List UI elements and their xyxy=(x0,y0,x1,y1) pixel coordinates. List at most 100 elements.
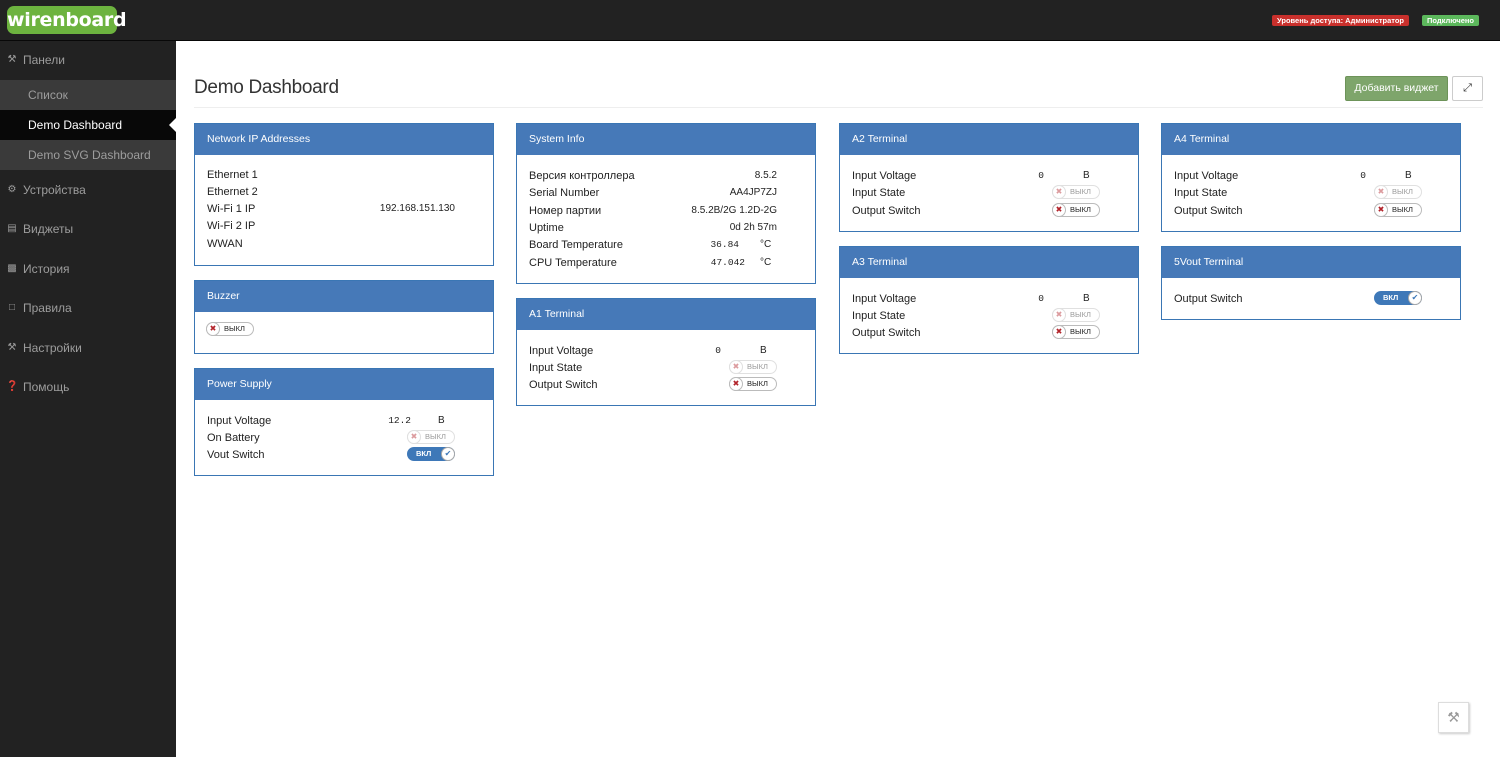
toggle-label: ВКЛ xyxy=(416,449,432,458)
check-icon: ✔ xyxy=(1408,291,1422,305)
toggle-label: ВЫКЛ xyxy=(1392,187,1413,196)
sidebar-item-history[interactable]: ▩ История xyxy=(0,254,176,284)
widget-title: A3 Terminal xyxy=(840,247,1138,278)
close-icon: ✖ xyxy=(206,322,220,336)
row-value: AA4JP7ZJ xyxy=(729,187,777,198)
sidebar-item-panels[interactable]: ⚒ Панели xyxy=(0,45,176,75)
sidebar-item-label: Панели xyxy=(23,53,65,67)
sidebar-item-widgets[interactable]: ▤ Виджеты xyxy=(0,214,176,244)
voltage-value: 0 xyxy=(715,345,721,356)
widget-title: A1 Terminal xyxy=(517,299,815,330)
access-level-badge: Уровень доступа: Администратор xyxy=(1272,15,1409,26)
close-icon: ✖ xyxy=(1052,203,1066,217)
close-icon: ✖ xyxy=(1052,325,1066,339)
toggle-label: ВЫКЛ xyxy=(1392,205,1413,214)
row-label: Output Switch xyxy=(852,205,921,217)
close-icon: ✖ xyxy=(729,360,743,374)
row-label: Output Switch xyxy=(1174,293,1243,305)
widget-title: A2 Terminal xyxy=(840,124,1138,155)
row-label: Версия контроллера xyxy=(529,170,635,182)
output-switch-toggle[interactable]: ✖ ВЫКЛ xyxy=(1052,325,1100,339)
sidebar-item-label: История xyxy=(23,262,70,276)
toggle-label: ВЫКЛ xyxy=(747,362,768,371)
close-icon: ✖ xyxy=(1052,308,1066,322)
input-state-toggle: ✖ ВЫКЛ xyxy=(1374,185,1422,199)
row-label: Vout Switch xyxy=(207,449,265,461)
output-switch-toggle[interactable]: ✖ ВЫКЛ xyxy=(1052,203,1100,217)
connection-status-badge: Подключено xyxy=(1422,15,1479,26)
sidebar-item-label: Правила xyxy=(23,301,72,315)
widget-buzzer: Buzzer ✖ ВЫКЛ xyxy=(194,280,494,354)
close-icon: ✖ xyxy=(1374,203,1388,217)
widget-title: 5Vout Terminal xyxy=(1162,247,1460,278)
widget-a2-terminal: A2 Terminal Input Voltage 0 В Input Stat… xyxy=(839,123,1139,232)
row-label: Wi-Fi 2 IP xyxy=(207,220,256,232)
widget-a4-terminal: A4 Terminal Input Voltage 0 В Input Stat… xyxy=(1161,123,1461,232)
unit-label: °C xyxy=(760,239,772,250)
close-icon: ✖ xyxy=(407,430,421,444)
unit-label: В xyxy=(1083,170,1090,181)
title-divider xyxy=(194,107,1483,108)
unit-label: В xyxy=(1083,293,1090,304)
close-icon: ✖ xyxy=(1374,185,1388,199)
widget-a1-terminal: A1 Terminal Input Voltage 0 В Input Stat… xyxy=(516,298,816,406)
sidebar-item-devices[interactable]: ⚙ Устройства xyxy=(0,175,176,205)
row-label: CPU Temperature xyxy=(529,257,617,269)
row-label: Input Voltage xyxy=(852,170,917,182)
expand-icon: ⤢ xyxy=(1463,82,1472,94)
row-value: 0d 2h 57m xyxy=(729,222,777,233)
list-icon: ▤ xyxy=(7,223,17,234)
toggle-label: ВЫКЛ xyxy=(1070,187,1091,196)
row-label: Output Switch xyxy=(852,327,921,339)
unit-label: В xyxy=(760,345,767,356)
close-icon: ✖ xyxy=(1052,185,1066,199)
top-navbar: wirenboard Уровень доступа: Администрато… xyxy=(0,0,1500,41)
buzzer-toggle[interactable]: ✖ ВЫКЛ xyxy=(206,322,254,336)
wifi1-ip-value: 192.168.151.130 xyxy=(379,203,455,214)
sidebar-sub-demo-svg-dashboard[interactable]: Demo SVG Dashboard xyxy=(0,140,176,170)
unit-label: °C xyxy=(760,257,772,268)
bar-chart-icon: ▩ xyxy=(7,263,17,274)
fullscreen-button[interactable]: ⤢ xyxy=(1452,76,1483,101)
unit-label: В xyxy=(438,415,445,426)
output-switch-toggle[interactable]: ✖ ВЫКЛ xyxy=(1374,203,1422,217)
sidebar-item-label: Помощь xyxy=(23,380,70,394)
page-title: Demo Dashboard xyxy=(194,77,339,98)
row-label: Input State xyxy=(852,310,906,322)
wrench-icon: ⚒ xyxy=(7,342,17,353)
row-label: On Battery xyxy=(207,432,260,444)
widget-title: A4 Terminal xyxy=(1162,124,1460,155)
sidebar-item-label: Виджеты xyxy=(23,222,74,236)
wrench-icon: ⚒ xyxy=(1447,709,1460,725)
sidebar-sub-list[interactable]: Список xyxy=(0,80,176,110)
row-value: 8.5.2 xyxy=(754,170,777,181)
output-switch-toggle[interactable]: ✖ ВЫКЛ xyxy=(729,377,777,391)
sidebar: ⚒ Панели Список Demo Dashboard Demo SVG … xyxy=(0,41,176,757)
sidebar-item-help[interactable]: ❓ Помощь xyxy=(0,372,176,402)
5vout-switch-toggle[interactable]: ВКЛ ✔ xyxy=(1374,291,1422,305)
sidebar-item-rules[interactable]: □ Правила xyxy=(0,293,176,323)
board-temperature-value: 36.84 xyxy=(710,239,739,250)
check-icon: ✔ xyxy=(441,447,455,461)
row-label: Номер партии xyxy=(529,205,602,217)
row-label: Input Voltage xyxy=(529,345,594,357)
row-label: WWAN xyxy=(207,238,243,250)
add-widget-button[interactable]: Добавить виджет xyxy=(1345,76,1448,101)
widget-title: Power Supply xyxy=(195,369,493,400)
gear-icon: ⚙ xyxy=(7,184,17,195)
toggle-label: ВЫКЛ xyxy=(224,324,245,333)
close-icon: ✖ xyxy=(729,377,743,391)
sidebar-sub-demo-dashboard[interactable]: Demo Dashboard xyxy=(0,110,176,140)
row-label: Input Voltage xyxy=(207,415,272,427)
toggle-label: ВЫКЛ xyxy=(1070,327,1091,336)
edit-dashboard-button[interactable]: ⚒ xyxy=(1438,702,1469,733)
row-value: 8.5.2B/2G 1.2D-2G xyxy=(691,205,777,216)
row-label: Ethernet 1 xyxy=(207,169,258,181)
row-label: Input State xyxy=(529,362,583,374)
row-label: Wi-Fi 1 IP xyxy=(207,203,256,215)
sidebar-item-settings[interactable]: ⚒ Настройки xyxy=(0,333,176,363)
widget-network-ip: Network IP Addresses Ethernet 1 Ethernet… xyxy=(194,123,494,266)
row-label: Input State xyxy=(1174,187,1228,199)
wirenboard-logo[interactable]: wirenboard xyxy=(7,6,127,34)
vout-switch-toggle[interactable]: ВКЛ ✔ xyxy=(407,447,455,461)
